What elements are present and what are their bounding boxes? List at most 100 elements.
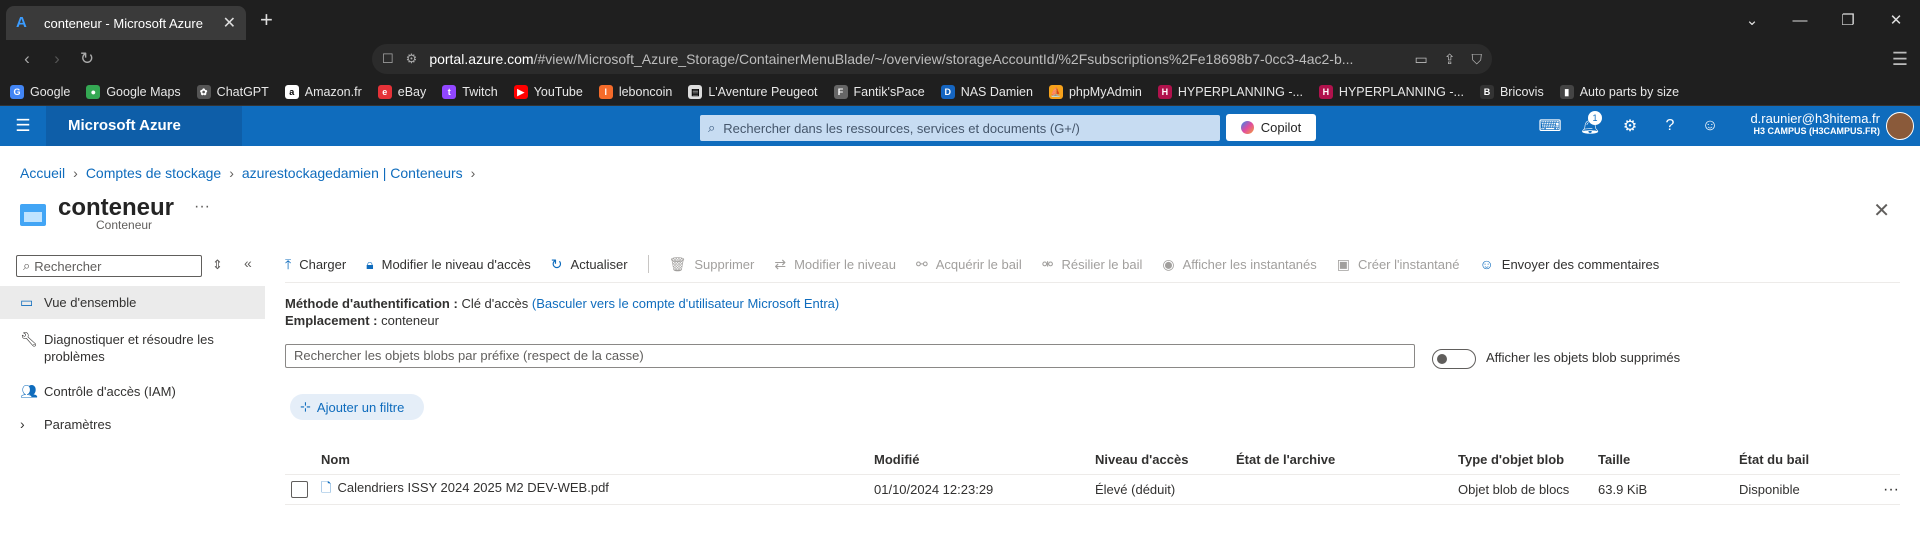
site-info-icon[interactable]: ⚙ bbox=[406, 51, 418, 67]
bookmark-item[interactable]: t Twitch bbox=[442, 84, 498, 99]
sidebar-item-iam[interactable]: 👥︎ Contrôle d'accès (IAM) bbox=[0, 375, 265, 408]
bookmark-icon[interactable]: ☐ bbox=[382, 51, 394, 67]
sidebar-item-overview[interactable]: ▭ Vue d'ensemble bbox=[0, 286, 265, 319]
column-header-archive-status[interactable]: État de l'archive bbox=[1236, 452, 1458, 467]
brave-shield-icon[interactable]: ⛉ bbox=[1472, 51, 1483, 68]
table-row[interactable]: 🗋︎ Calendriers ISSY 2024 2025 M2 DEV-WEB.… bbox=[285, 475, 1900, 505]
blob-name[interactable]: Calendriers ISSY 2024 2025 M2 DEV-WEB.pd… bbox=[337, 480, 608, 495]
share-icon[interactable]: ⇪ bbox=[1444, 51, 1456, 68]
restore-icon[interactable]: ❐ bbox=[1824, 11, 1872, 29]
bookmark-item[interactable]: D NAS Damien bbox=[940, 84, 1033, 99]
cast-icon[interactable]: ▭ bbox=[1415, 51, 1428, 68]
send-feedback-button[interactable]: ☺ Envoyer des commentaires bbox=[1479, 256, 1659, 272]
switch-auth-link[interactable]: (Basculer vers le compte d'utilisateur M… bbox=[532, 296, 839, 311]
url-field[interactable]: ☐ ⚙ portal.azure.com/#view/Microsoft_Azu… bbox=[372, 44, 1492, 74]
close-tab-icon[interactable]: ✕ bbox=[223, 13, 236, 33]
refresh-button[interactable]: ↻ Actualiser bbox=[551, 256, 628, 273]
auth-label: Méthode d'authentification : bbox=[285, 296, 458, 311]
menu-icon[interactable]: ☰ bbox=[1892, 49, 1908, 70]
view-snapshots-button[interactable]: ◉ Afficher les instantanés bbox=[1162, 256, 1316, 273]
feedback-icon[interactable]: ☺ bbox=[1690, 117, 1730, 135]
create-snapshot-button[interactable]: ▣ Créer l'instantané bbox=[1337, 256, 1460, 273]
reload-icon[interactable]: ↻ bbox=[72, 49, 102, 69]
copilot-icon bbox=[1240, 121, 1254, 134]
help-icon[interactable]: ? bbox=[1650, 117, 1690, 135]
more-actions-icon[interactable]: ··· bbox=[194, 198, 210, 216]
notifications-icon[interactable]: 🔔︎ 1 bbox=[1570, 111, 1610, 136]
resource-menu-search-input[interactable]: ⌕ Rechercher bbox=[16, 255, 202, 277]
break-lease-button[interactable]: ⚮ Résilier le bail bbox=[1042, 256, 1143, 273]
bookmark-item[interactable]: ✿ ChatGPT bbox=[196, 84, 269, 99]
avatar[interactable] bbox=[1886, 112, 1914, 140]
tab-title: conteneur - Microsoft Azure bbox=[44, 15, 203, 31]
user-account[interactable]: d.raunier@h3hitema.fr H3 CAMPUS (H3CAMPU… bbox=[1750, 111, 1880, 136]
sidebar-item-settings[interactable]: › Paramètres bbox=[0, 408, 265, 441]
bookmark-item[interactable]: l leboncoin bbox=[598, 84, 672, 99]
column-header-name[interactable]: Nom bbox=[321, 452, 874, 467]
bookmark-item[interactable]: e eBay bbox=[377, 84, 426, 99]
breadcrumb-home[interactable]: Accueil bbox=[20, 165, 65, 181]
search-icon: ⌕ bbox=[708, 120, 716, 135]
location-label: Emplacement : bbox=[285, 313, 378, 328]
azure-brand[interactable]: Microsoft Azure bbox=[46, 106, 242, 146]
global-search-input[interactable]: ⌕ Rechercher dans les ressources, servic… bbox=[700, 115, 1220, 141]
bookmark-item[interactable]: B Bricovis bbox=[1479, 84, 1544, 99]
breadcrumb-containers[interactable]: azurestockagedamien | Conteneurs bbox=[242, 165, 463, 181]
breadcrumb-storage-accounts[interactable]: Comptes de stockage bbox=[86, 165, 221, 181]
column-header-blob-type[interactable]: Type d'objet blob bbox=[1458, 452, 1598, 467]
lock-icon: 🔒︎ bbox=[366, 255, 374, 272]
column-header-access-tier[interactable]: Niveau d'accès bbox=[1095, 452, 1236, 467]
page-header: conteneur ··· Conteneur bbox=[20, 194, 210, 232]
bookmarks-bar: G Google ● Google Maps ✿ ChatGPT a Amazon.fr… bbox=[0, 78, 1920, 106]
browser-tabbar: A conteneur - Microsoft Azure ✕ + ⌄ — ❐ … bbox=[0, 0, 1920, 40]
bookmark-item[interactable]: ⛵ phpMyAdmin bbox=[1048, 84, 1142, 99]
copilot-button[interactable]: Copilot bbox=[1226, 114, 1316, 141]
row-checkbox[interactable] bbox=[291, 481, 308, 498]
back-icon[interactable]: ‹ bbox=[12, 49, 42, 69]
bookmark-item[interactable]: ▮ Auto parts by size bbox=[1559, 84, 1679, 99]
close-window-icon[interactable]: ✕ bbox=[1872, 11, 1920, 29]
bookmark-item[interactable]: H HYPERPLANNING -... bbox=[1157, 84, 1303, 99]
portal-menu-icon[interactable]: ☰ bbox=[0, 116, 46, 136]
browser-tab[interactable]: A conteneur - Microsoft Azure ✕ bbox=[6, 6, 246, 40]
chevron-right-icon: › bbox=[20, 416, 25, 432]
upload-button[interactable]: ⤒ Charger bbox=[285, 256, 346, 273]
column-header-lease-state[interactable]: État du bail bbox=[1739, 452, 1859, 467]
tab-search-icon[interactable]: ⌄ bbox=[1728, 11, 1776, 29]
column-header-size[interactable]: Taille bbox=[1598, 452, 1739, 467]
container-info: Méthode d'authentification : Clé d'accès… bbox=[285, 295, 839, 329]
url-host: portal.azure.com bbox=[429, 51, 534, 67]
change-access-tier-button[interactable]: 🔒︎ Modifier le niveau d'accès bbox=[366, 256, 531, 273]
sort-icon[interactable]: ⇕ bbox=[212, 257, 223, 273]
upload-icon: ⤒ bbox=[285, 255, 292, 272]
blob-prefix-search-input[interactable]: Rechercher les objets blobs par préfixe … bbox=[285, 344, 1415, 368]
search-icon: ⌕ bbox=[23, 258, 31, 273]
bookmark-item[interactable]: ▤ L'Aventure Peugeot bbox=[688, 84, 818, 99]
new-tab-icon[interactable]: + bbox=[260, 7, 273, 33]
collapse-menu-icon[interactable]: « bbox=[244, 255, 252, 271]
close-blade-icon[interactable]: ✕ bbox=[1873, 198, 1890, 223]
minimize-icon[interactable]: — bbox=[1776, 12, 1824, 29]
column-header-modified[interactable]: Modifié bbox=[874, 452, 1095, 467]
cloud-shell-icon[interactable]: ⌨ bbox=[1530, 116, 1570, 136]
bookmark-item[interactable]: ▶ YouTube bbox=[513, 84, 583, 99]
blob-table: Nom Modifié Niveau d'accès État de l'arc… bbox=[285, 445, 1900, 505]
acquire-lease-button[interactable]: ⚯ Acquérir le bail bbox=[916, 256, 1022, 273]
bookmark-item[interactable]: F Fantik'sPace bbox=[833, 84, 925, 99]
page-subtitle: Conteneur bbox=[96, 218, 153, 232]
show-deleted-toggle[interactable] bbox=[1432, 349, 1476, 369]
delete-button[interactable]: 🗑︎ Supprimer bbox=[669, 256, 755, 273]
modify-tier-button[interactable]: ⇄ Modifier le niveau bbox=[774, 256, 896, 273]
bookmark-item[interactable]: a Amazon.fr bbox=[284, 84, 362, 99]
bookmark-item[interactable]: G Google bbox=[10, 84, 70, 99]
sidebar-item-diagnose[interactable]: 🔧︎ Diagnostiquer et résoudre les problème… bbox=[0, 323, 265, 373]
address-bar-row: ‹ › ↻ ☐ ⚙ portal.azure.com/#view/Microso… bbox=[0, 40, 1920, 78]
file-icon: 🗋︎ bbox=[321, 479, 332, 495]
bookmark-item[interactable]: ● Google Maps bbox=[86, 84, 181, 99]
add-filter-button[interactable]: ⊹ Ajouter un filtre bbox=[290, 394, 425, 420]
row-more-icon[interactable]: ··· bbox=[1859, 481, 1899, 499]
show-deleted-label: Afficher les objets blob supprimés bbox=[1486, 350, 1681, 365]
settings-icon[interactable]: ⚙ bbox=[1610, 116, 1650, 136]
forward-icon[interactable]: › bbox=[42, 49, 72, 69]
bookmark-item[interactable]: H HYPERPLANNING -... bbox=[1318, 84, 1464, 99]
